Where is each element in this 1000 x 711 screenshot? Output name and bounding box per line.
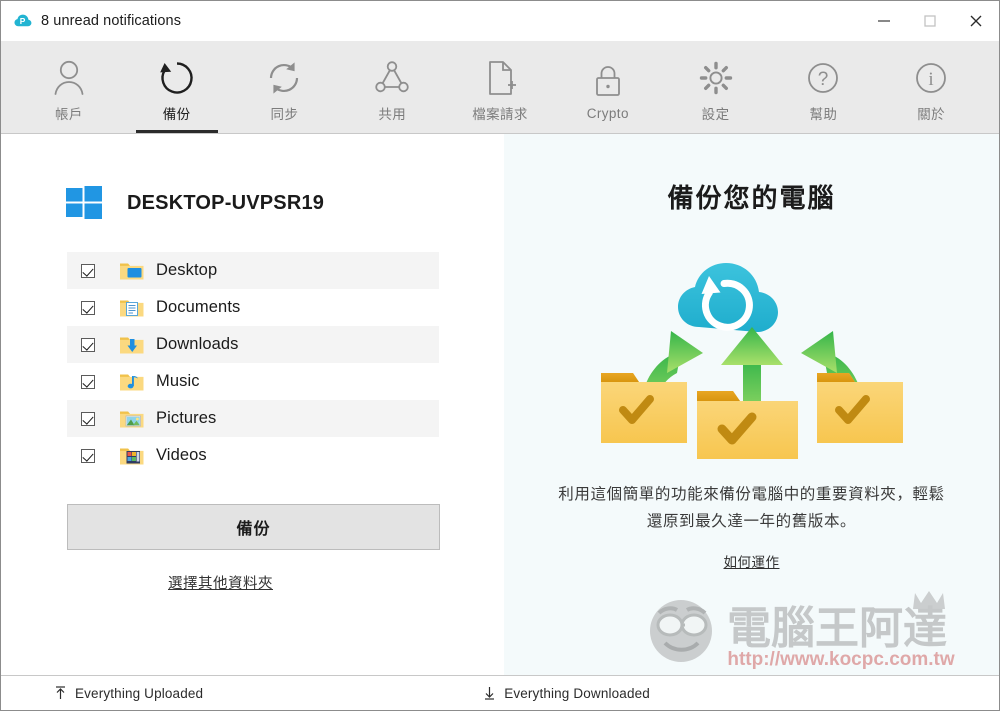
how-it-works-link[interactable]: 如何運作: [504, 551, 999, 571]
tab-share[interactable]: 共用: [338, 41, 446, 133]
sync-icon: [263, 55, 305, 101]
download-arrow-icon: [482, 685, 497, 701]
share-nodes-icon: [371, 55, 413, 101]
watermark-url: http://www.kocpc.com.tw: [727, 649, 955, 670]
folder-row-desktop[interactable]: Desktop: [67, 252, 439, 289]
pcloud-cloud-icon: P: [13, 11, 33, 31]
folder-videos-icon: [119, 445, 145, 467]
backup-button[interactable]: 備份: [67, 504, 440, 550]
tab-crypto[interactable]: Crypto: [554, 41, 662, 133]
how-it-works-label: 如何運作: [723, 555, 780, 571]
tab-settings[interactable]: 設定: [662, 41, 770, 133]
tab-about[interactable]: i 關於: [877, 41, 985, 133]
cloud-backup-folders-illustration: [504, 223, 999, 463]
tab-backup-label: 備份: [162, 107, 191, 122]
folder-pictures-icon: [119, 408, 145, 430]
folder-row-downloads[interactable]: Downloads: [67, 326, 439, 363]
tab-crypto-label: Crypto: [586, 105, 629, 121]
window-controls: [861, 1, 999, 41]
title-bar: P 8 unread notifications: [1, 1, 999, 41]
device-header: DESKTOP-UVPSR19: [63, 182, 504, 224]
folder-row-videos[interactable]: Videos: [67, 437, 439, 474]
lock-icon: [589, 58, 627, 104]
right-panel: 備份您的電腦 利用這個簡單的功能來備份電腦中的重要資料夾，輕鬆還原到最久達一年的…: [504, 134, 999, 675]
pcloud-window: P 8 unread notifications 帳戶 備份 同步 共用 檔案請…: [0, 0, 1000, 711]
tab-file-request[interactable]: 檔案請求: [446, 41, 554, 133]
tab-file-request-label: 檔案請求: [472, 107, 528, 122]
question-circle-icon: ?: [802, 55, 844, 101]
folder-checkbox-music[interactable]: [81, 374, 95, 389]
folder-checkbox-documents[interactable]: [81, 300, 95, 315]
window-title: 8 unread notifications: [41, 13, 182, 29]
tab-help-label: 幫助: [809, 107, 838, 122]
folder-row-pictures[interactable]: Pictures: [67, 400, 439, 437]
status-upload-label: Everything Uploaded: [75, 685, 204, 701]
tab-account[interactable]: 帳戶: [15, 41, 123, 133]
main-toolbar: 帳戶 備份 同步 共用 檔案請求 Crypto 設定 ? 幫助 i 關於: [1, 41, 999, 134]
folder-music-icon: [119, 371, 145, 393]
folder-label-downloads: Downloads: [156, 335, 239, 353]
windows-logo-icon: [63, 182, 105, 224]
kocpc-watermark: 電腦王阿達 http://www.kocpc.com.tw: [641, 587, 993, 671]
folder-label-desktop: Desktop: [156, 261, 218, 279]
folder-label-videos: Videos: [156, 446, 207, 464]
status-download-label: Everything Downloaded: [504, 685, 650, 701]
maximize-button[interactable]: [907, 1, 953, 41]
svg-text:P: P: [20, 16, 26, 26]
folder-desktop-icon: [119, 260, 145, 282]
watermark-brand: 電腦王阿達: [727, 603, 947, 654]
close-button[interactable]: [953, 1, 999, 41]
status-upload: Everything Uploaded: [53, 685, 203, 701]
folder-label-pictures: Pictures: [156, 409, 217, 427]
folder-checkbox-downloads[interactable]: [81, 337, 95, 352]
folder-checkbox-pictures[interactable]: [81, 411, 95, 426]
file-plus-icon: [481, 55, 519, 101]
tab-share-label: 共用: [378, 107, 407, 122]
choose-other-folders-link[interactable]: 選擇其他資料夾: [1, 572, 440, 593]
minimize-button[interactable]: [861, 1, 907, 41]
status-download: Everything Downloaded: [482, 685, 650, 701]
upload-arrow-icon: [53, 685, 68, 701]
left-panel: DESKTOP-UVPSR19 Desktop Documents Downlo…: [1, 134, 504, 675]
user-icon: [49, 55, 89, 101]
tab-sync-label: 同步: [270, 107, 299, 122]
svg-text:i: i: [929, 69, 934, 90]
gear-icon: [695, 55, 737, 101]
folder-list: Desktop Documents Downloads Music Pictur…: [67, 252, 439, 474]
backup-rotate-icon: [156, 55, 198, 101]
tab-backup[interactable]: 備份: [123, 41, 231, 133]
status-bar: Everything Uploaded Everything Downloade…: [1, 676, 999, 710]
right-panel-description: 利用這個簡單的功能來備份電腦中的重要資料夾，輕鬆還原到最久達一年的舊版本。: [558, 486, 945, 531]
folder-label-documents: Documents: [156, 298, 241, 316]
tab-account-label: 帳戶: [54, 107, 83, 122]
folder-label-music: Music: [156, 372, 200, 390]
folder-row-music[interactable]: Music: [67, 363, 439, 400]
svg-text:?: ?: [818, 69, 829, 90]
tab-about-label: 關於: [917, 107, 946, 122]
folder-checkbox-desktop[interactable]: [81, 263, 95, 278]
tab-sync[interactable]: 同步: [231, 41, 339, 133]
folder-row-documents[interactable]: Documents: [67, 289, 439, 326]
choose-other-folders-label: 選擇其他資料夾: [168, 576, 273, 592]
device-name: DESKTOP-UVPSR19: [127, 191, 325, 214]
folder-documents-icon: [119, 297, 145, 319]
folder-checkbox-videos[interactable]: [81, 448, 95, 463]
tab-settings-label: 設定: [701, 107, 730, 122]
tab-help[interactable]: ? 幫助: [769, 41, 877, 133]
info-circle-icon: i: [910, 55, 952, 101]
content-area: DESKTOP-UVPSR19 Desktop Documents Downlo…: [1, 134, 999, 676]
folder-downloads-icon: [119, 334, 145, 356]
right-panel-title: 備份您的電腦: [667, 183, 836, 213]
